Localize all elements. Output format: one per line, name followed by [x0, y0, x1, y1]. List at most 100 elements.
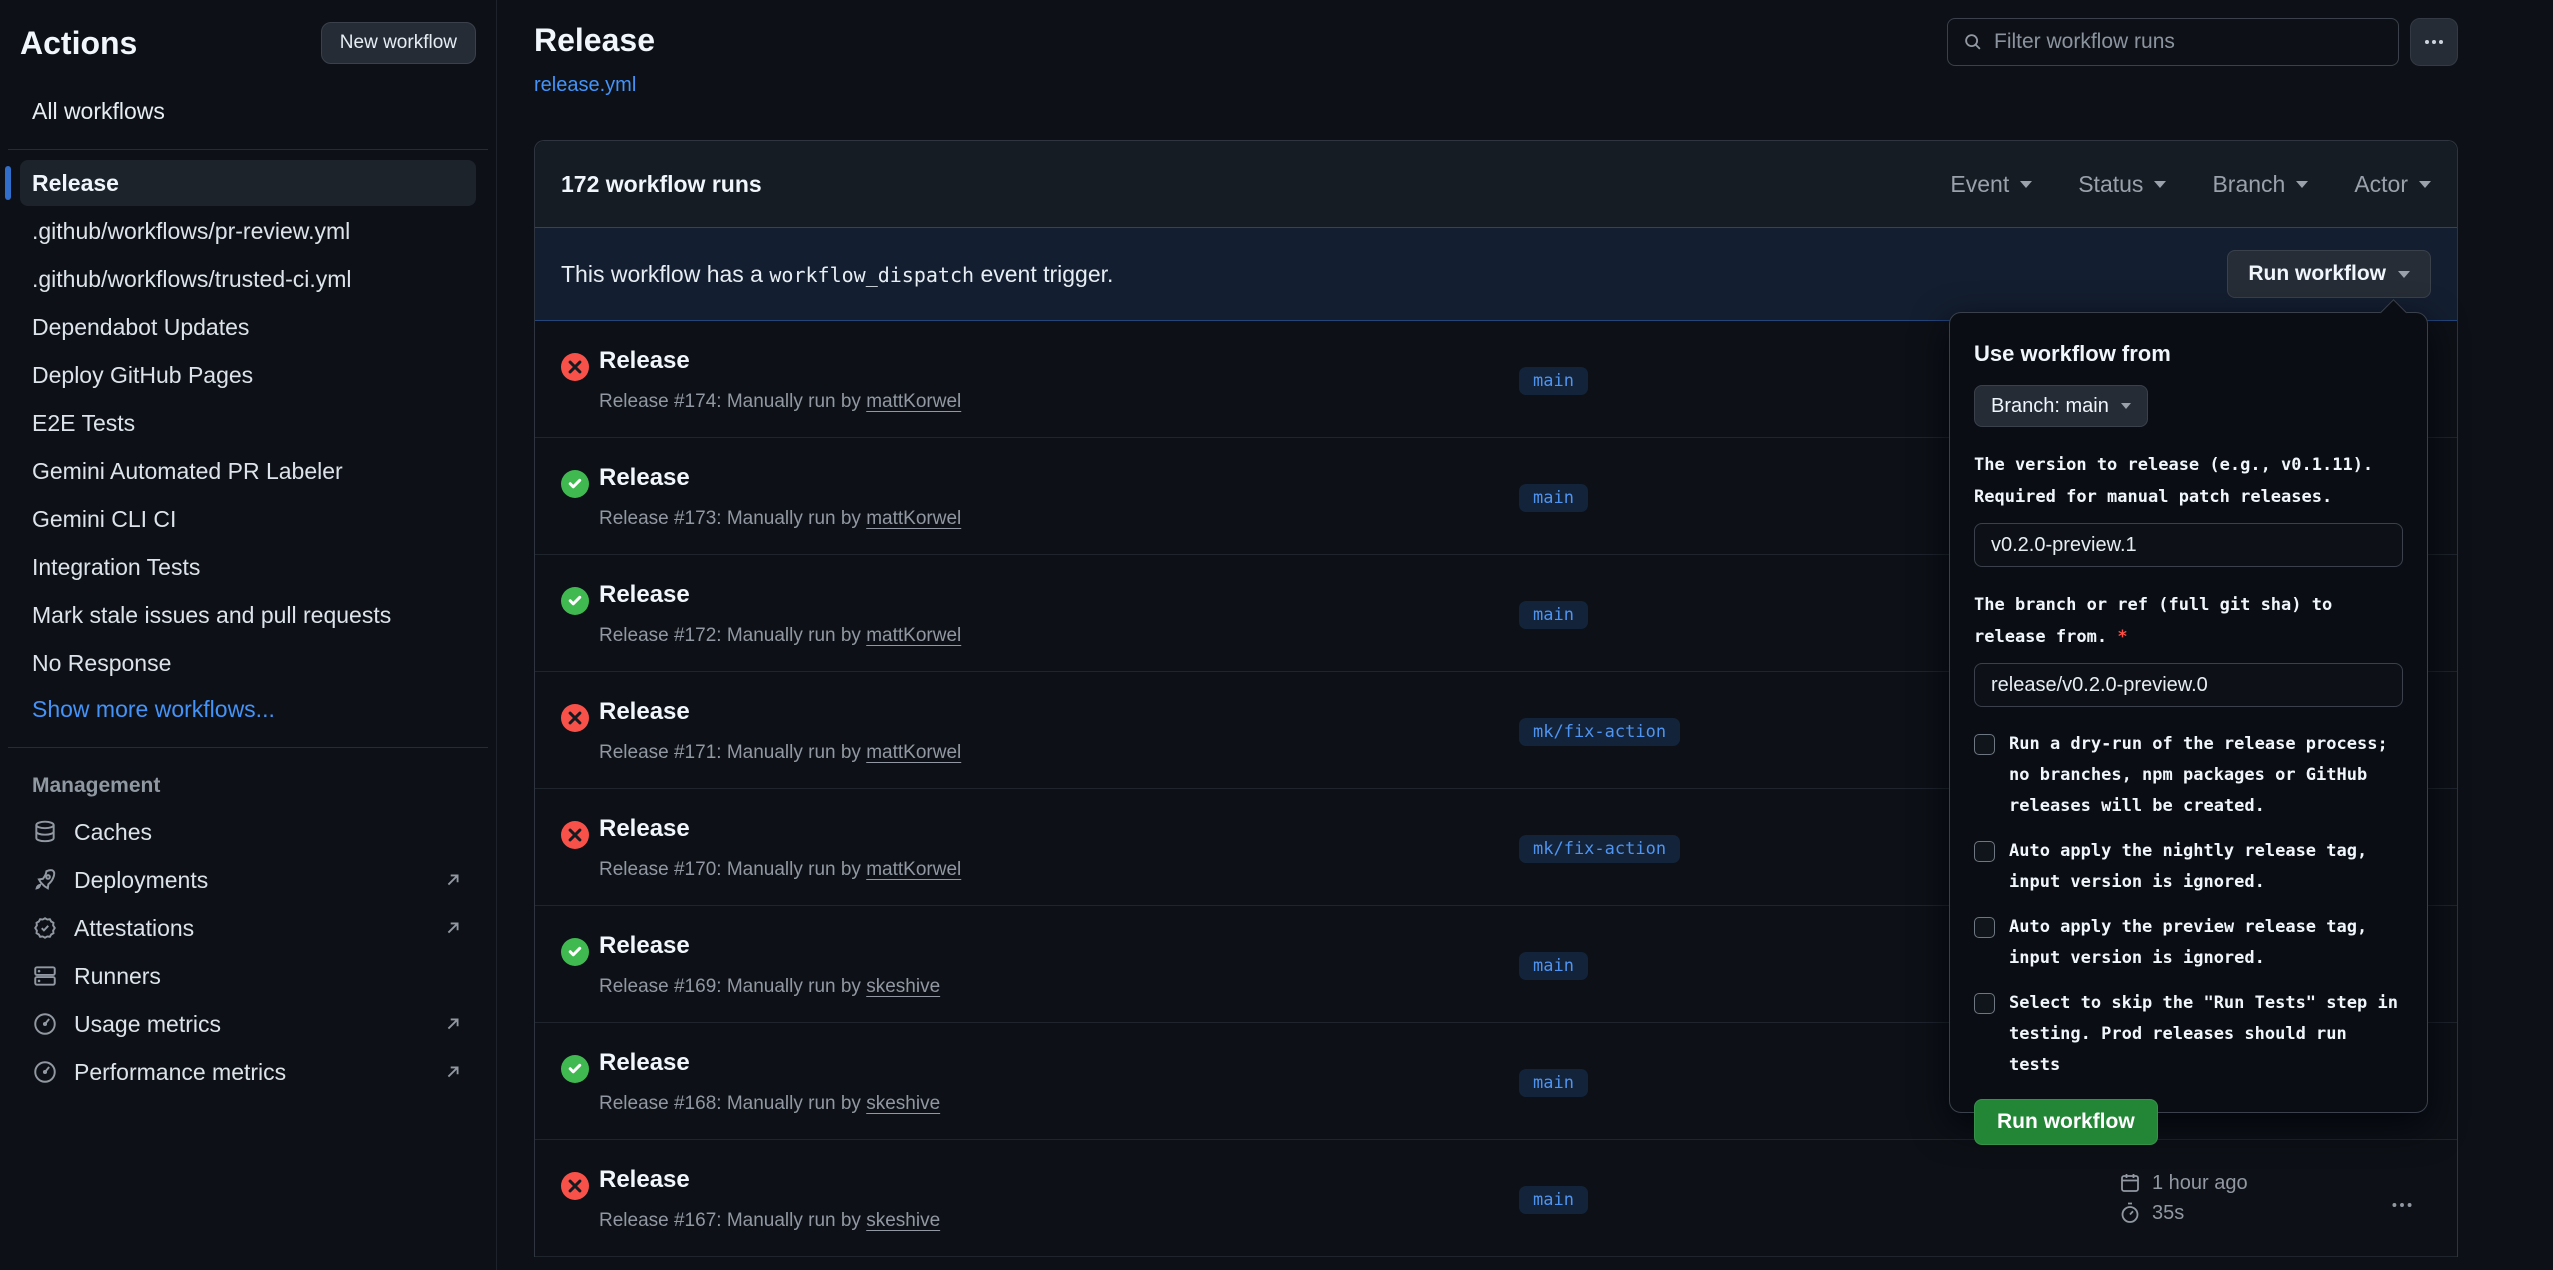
- branch-badge[interactable]: mk/fix-action: [1519, 718, 1680, 746]
- workflow-run-row[interactable]: Release Release #167: Manually run by sk…: [535, 1140, 2457, 1257]
- success-icon: [561, 938, 589, 966]
- workflow-file-link[interactable]: release.yml: [534, 74, 636, 97]
- run-title-link[interactable]: Release: [599, 1166, 690, 1193]
- actor-link[interactable]: skeshive: [866, 1093, 940, 1114]
- branch-badge[interactable]: main: [1519, 1069, 1588, 1097]
- branch-badge[interactable]: main: [1519, 484, 1588, 512]
- sidebar-workflow-item[interactable]: E2E Tests: [20, 400, 476, 446]
- run-title-link[interactable]: Release: [599, 464, 690, 491]
- external-link-icon: [442, 917, 464, 939]
- actor-link[interactable]: mattKorwel: [866, 859, 961, 880]
- panel-checkbox-group: Run a dry-run of the release process; no…: [1974, 729, 2403, 1081]
- actor-link[interactable]: mattKorwel: [866, 391, 961, 412]
- new-workflow-button[interactable]: New workflow: [321, 22, 476, 64]
- runs-filters: Event Status Branch Actor: [1950, 171, 2431, 198]
- sidebar-workflow-item[interactable]: .github/workflows/pr-review.yml: [20, 208, 476, 254]
- run-title-link[interactable]: Release: [599, 815, 690, 842]
- checkbox[interactable]: [1974, 993, 1995, 1014]
- panel-checkbox-row: Run a dry-run of the release process; no…: [1974, 729, 2403, 822]
- chevron-down-icon: [2020, 181, 2032, 188]
- management-item-label: Performance metrics: [74, 1059, 426, 1086]
- filter-workflow-runs-box: [1947, 18, 2399, 66]
- success-icon: [561, 470, 589, 498]
- run-title-link[interactable]: Release: [599, 581, 690, 608]
- banner-text: This workflow has a workflow_dispatch ev…: [561, 261, 1113, 288]
- actor-link[interactable]: mattKorwel: [866, 625, 961, 646]
- sidebar-workflow-item[interactable]: Mark stale issues and pull requests: [20, 592, 476, 638]
- sidebar-workflow-item[interactable]: Dependabot Updates: [20, 304, 476, 350]
- workflow-item-label: E2E Tests: [32, 410, 135, 437]
- run-duration: 35s: [2152, 1202, 2184, 1225]
- runs-filter-dropdown[interactable]: Actor: [2354, 171, 2431, 198]
- show-more-workflows-link[interactable]: Show more workflows...: [20, 688, 476, 731]
- runs-filter-dropdown[interactable]: Branch: [2212, 171, 2308, 198]
- sidebar-management-item[interactable]: Caches: [20, 808, 476, 856]
- sidebar-management-item[interactable]: Attestations: [20, 904, 476, 952]
- rocket-icon: [32, 867, 58, 893]
- management-section-label: Management: [20, 774, 476, 798]
- filter-label: Branch: [2212, 171, 2285, 198]
- sidebar-management-item[interactable]: Performance metrics: [20, 1048, 476, 1096]
- chevron-down-icon: [2296, 181, 2308, 188]
- sidebar-workflow-item[interactable]: Release: [20, 160, 476, 206]
- run-title-link[interactable]: Release: [599, 1049, 690, 1076]
- filter-workflow-runs-input[interactable]: [1994, 30, 2384, 54]
- workflow-item-label: Release: [32, 170, 119, 197]
- filter-label: Actor: [2354, 171, 2408, 198]
- actor-link[interactable]: mattKorwel: [866, 508, 961, 529]
- workflow-item-label: Mark stale issues and pull requests: [32, 602, 391, 629]
- ref-input[interactable]: [1974, 663, 2403, 707]
- required-asterisk: *: [2117, 627, 2127, 647]
- run-description: Release #173: Manually run by mattKorwel: [599, 508, 961, 530]
- checkbox[interactable]: [1974, 734, 1995, 755]
- actor-link[interactable]: skeshive: [866, 1210, 940, 1231]
- ref-field-description: The branch or ref (full git sha) to rele…: [1974, 589, 2403, 653]
- actor-link[interactable]: skeshive: [866, 976, 940, 997]
- run-workflow-submit-button[interactable]: Run workflow: [1974, 1099, 2158, 1145]
- version-input[interactable]: [1974, 523, 2403, 567]
- run-title-link[interactable]: Release: [599, 347, 690, 374]
- branch-badge[interactable]: main: [1519, 1186, 1588, 1214]
- workflow-options-kebab-button[interactable]: [2410, 18, 2458, 66]
- external-link-icon: [442, 869, 464, 891]
- checkbox[interactable]: [1974, 841, 1995, 862]
- sidebar-workflow-item[interactable]: Deploy GitHub Pages: [20, 352, 476, 398]
- branch-badge[interactable]: main: [1519, 367, 1588, 395]
- branch-badge[interactable]: mk/fix-action: [1519, 835, 1680, 863]
- branch-selector-button[interactable]: Branch: main: [1974, 385, 2148, 427]
- page-title: Release: [534, 22, 655, 59]
- runs-filter-dropdown[interactable]: Status: [2078, 171, 2166, 198]
- sidebar-management-item[interactable]: Runners: [20, 952, 476, 1000]
- verified-badge-icon: [32, 915, 58, 941]
- run-title-link[interactable]: Release: [599, 932, 690, 959]
- run-description: Release #172: Manually run by mattKorwel: [599, 625, 961, 647]
- sidebar-item-all-workflows[interactable]: All workflows: [20, 90, 476, 133]
- sidebar-workflow-item[interactable]: Integration Tests: [20, 544, 476, 590]
- branch-badge[interactable]: main: [1519, 952, 1588, 980]
- kebab-horizontal-icon: [2389, 1192, 2415, 1218]
- external-link-icon: [442, 1013, 464, 1035]
- sidebar-workflow-item[interactable]: Gemini CLI CI: [20, 496, 476, 542]
- sidebar-management-item[interactable]: Deployments: [20, 856, 476, 904]
- workflow-item-label: No Response: [32, 650, 171, 677]
- sidebar-divider: [8, 747, 488, 748]
- run-time-ago: 1 hour ago: [2152, 1172, 2248, 1195]
- sidebar-management-item[interactable]: Usage metrics: [20, 1000, 476, 1048]
- sidebar-workflow-item[interactable]: .github/workflows/trusted-ci.yml: [20, 256, 476, 302]
- sidebar-workflow-item[interactable]: Gemini Automated PR Labeler: [20, 448, 476, 494]
- management-item-label: Usage metrics: [74, 1011, 426, 1038]
- run-workflow-dropdown-button[interactable]: Run workflow: [2227, 250, 2431, 298]
- branch-badge[interactable]: main: [1519, 601, 1588, 629]
- sidebar-workflow-item[interactable]: No Response: [20, 640, 476, 686]
- runs-filter-dropdown[interactable]: Event: [1950, 171, 2032, 198]
- actor-link[interactable]: mattKorwel: [866, 742, 961, 763]
- panel-checkbox-row: Auto apply the preview release tag, inpu…: [1974, 912, 2403, 974]
- external-link-icon: [442, 1061, 464, 1083]
- run-options-kebab-button[interactable]: [2383, 1186, 2421, 1230]
- workflow-list: Release .github/workflows/pr-review.yml …: [20, 160, 476, 686]
- checkbox[interactable]: [1974, 917, 1995, 938]
- run-description: Release #174: Manually run by mattKorwel: [599, 391, 961, 413]
- server-icon: [32, 963, 58, 989]
- workflow-item-label: Gemini CLI CI: [32, 506, 176, 533]
- run-title-link[interactable]: Release: [599, 698, 690, 725]
